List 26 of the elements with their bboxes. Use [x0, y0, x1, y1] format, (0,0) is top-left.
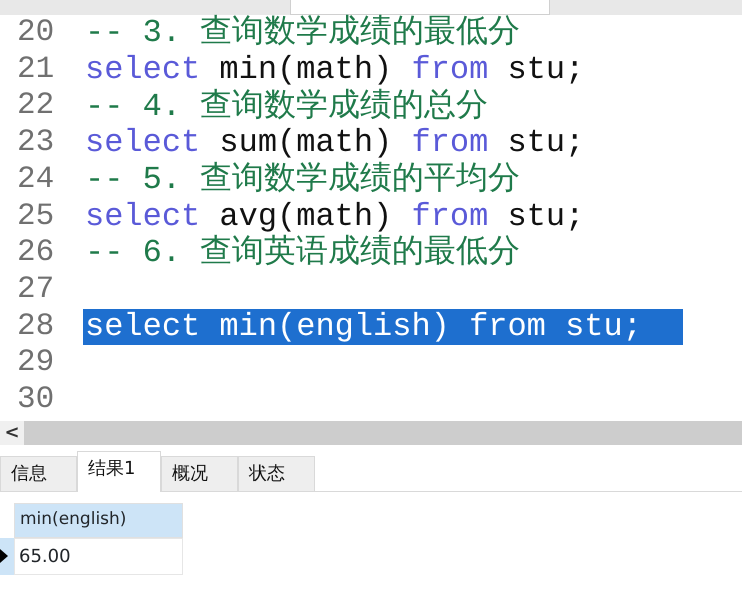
line-number: 22 — [16, 87, 56, 126]
result-tab[interactable]: 概况 — [161, 456, 238, 491]
column-header[interactable]: min(english) — [14, 502, 183, 538]
code-line: -- 3. 查询数学成绩的最低分 — [84, 15, 522, 52]
line-number: 27 — [16, 270, 56, 309]
line-number: 26 — [16, 234, 56, 272]
line-number: 20 — [16, 14, 56, 52]
line-number: 21 — [16, 50, 56, 89]
line-number: 24 — [16, 160, 56, 199]
editor-tab[interactable] — [290, 0, 550, 15]
line-number: 30 — [16, 380, 56, 419]
horizontal-scrollbar[interactable] — [24, 420, 742, 445]
line-number: 23 — [16, 124, 56, 162]
result-tab[interactable]: 状态 — [238, 456, 315, 491]
table-cell: 65.00 — [14, 538, 183, 575]
code-line: -- 6. 查询英语成绩的最低分 — [84, 235, 522, 272]
line-number: 29 — [16, 344, 56, 382]
code-line: select min(math) from stu; — [84, 52, 586, 88]
result-tab[interactable]: 结果1 — [77, 450, 161, 492]
line-number: 28 — [16, 308, 56, 346]
result-tab[interactable]: 信息 — [0, 456, 77, 491]
code-line: select avg(math) from stu; — [84, 198, 586, 235]
code-line: select sum(math) from stu; — [84, 125, 586, 162]
code-line: -- 4. 查询数学成绩的总分 — [84, 88, 490, 125]
code-line: -- 5. 查询数学成绩的平均分 — [84, 162, 522, 198]
line-number: 25 — [16, 198, 56, 236]
